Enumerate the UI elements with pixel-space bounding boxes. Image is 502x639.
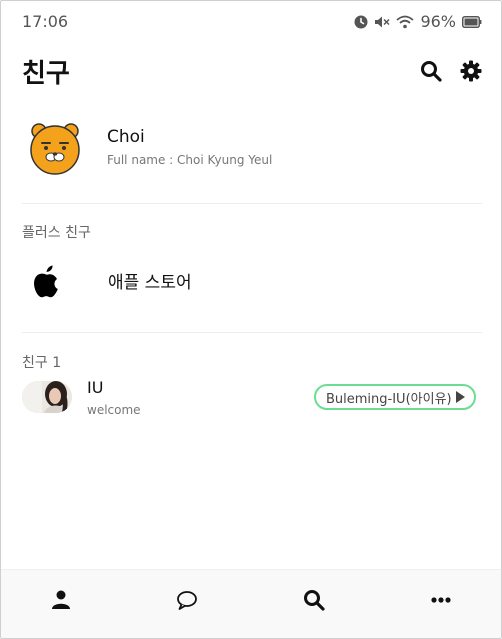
app-frame: 17:06 96% 친구 Choi Full name: Choi Kyung… xyxy=(0,0,502,639)
profile-full-name: Full name : Choi Kyung Yeul xyxy=(107,153,273,167)
friend-avatar xyxy=(22,381,72,413)
bottom-navigation xyxy=(1,569,501,638)
profile-music-label: Buleming-IU(아이유) xyxy=(326,391,452,407)
wifi-icon xyxy=(396,15,415,29)
my-profile[interactable]: Choi Full name : Choi Kyung Yeul xyxy=(22,118,482,180)
nav-chats-button[interactable] xyxy=(175,588,199,612)
alarm-clock-icon xyxy=(354,15,368,29)
chat-bubble-icon xyxy=(175,588,199,612)
status-bar: 17:06 96% xyxy=(1,1,501,41)
plus-friend-apple-store[interactable]: 애플 스토어 xyxy=(22,257,482,307)
nav-friends-button[interactable] xyxy=(49,588,73,612)
person-icon xyxy=(49,588,73,612)
battery-percent: 96% xyxy=(420,12,456,31)
search-icon[interactable] xyxy=(419,59,443,83)
friends-count-label: 친구 1 xyxy=(22,355,62,371)
page-title: 친구 xyxy=(22,59,70,89)
apple-logo-icon xyxy=(30,263,62,299)
battery-icon xyxy=(462,15,482,28)
friend-item-iu[interactable]: IU welcome Buleming-IU(아이유) xyxy=(22,375,482,425)
search-icon xyxy=(302,588,326,612)
plus-friend-name: 애플 스토어 xyxy=(108,273,192,293)
friend-name: IU xyxy=(87,378,104,397)
header: 친구 xyxy=(1,49,501,93)
divider xyxy=(22,203,482,204)
gear-icon[interactable] xyxy=(459,59,483,83)
nav-more-button[interactable] xyxy=(429,588,453,612)
status-icons: 96% xyxy=(354,12,482,31)
play-icon xyxy=(455,391,465,403)
profile-name: Choi xyxy=(107,127,145,147)
friend-status-message: welcome xyxy=(87,403,141,417)
plus-friends-label: 플러스 친구 xyxy=(22,225,91,241)
divider xyxy=(22,332,482,333)
profile-music-button[interactable]: Buleming-IU(아이유) xyxy=(314,384,476,410)
ryan-avatar xyxy=(28,119,82,177)
nav-search-button[interactable] xyxy=(302,588,326,612)
more-icon xyxy=(429,588,453,612)
status-time: 17:06 xyxy=(22,12,69,31)
mute-icon xyxy=(374,15,390,29)
